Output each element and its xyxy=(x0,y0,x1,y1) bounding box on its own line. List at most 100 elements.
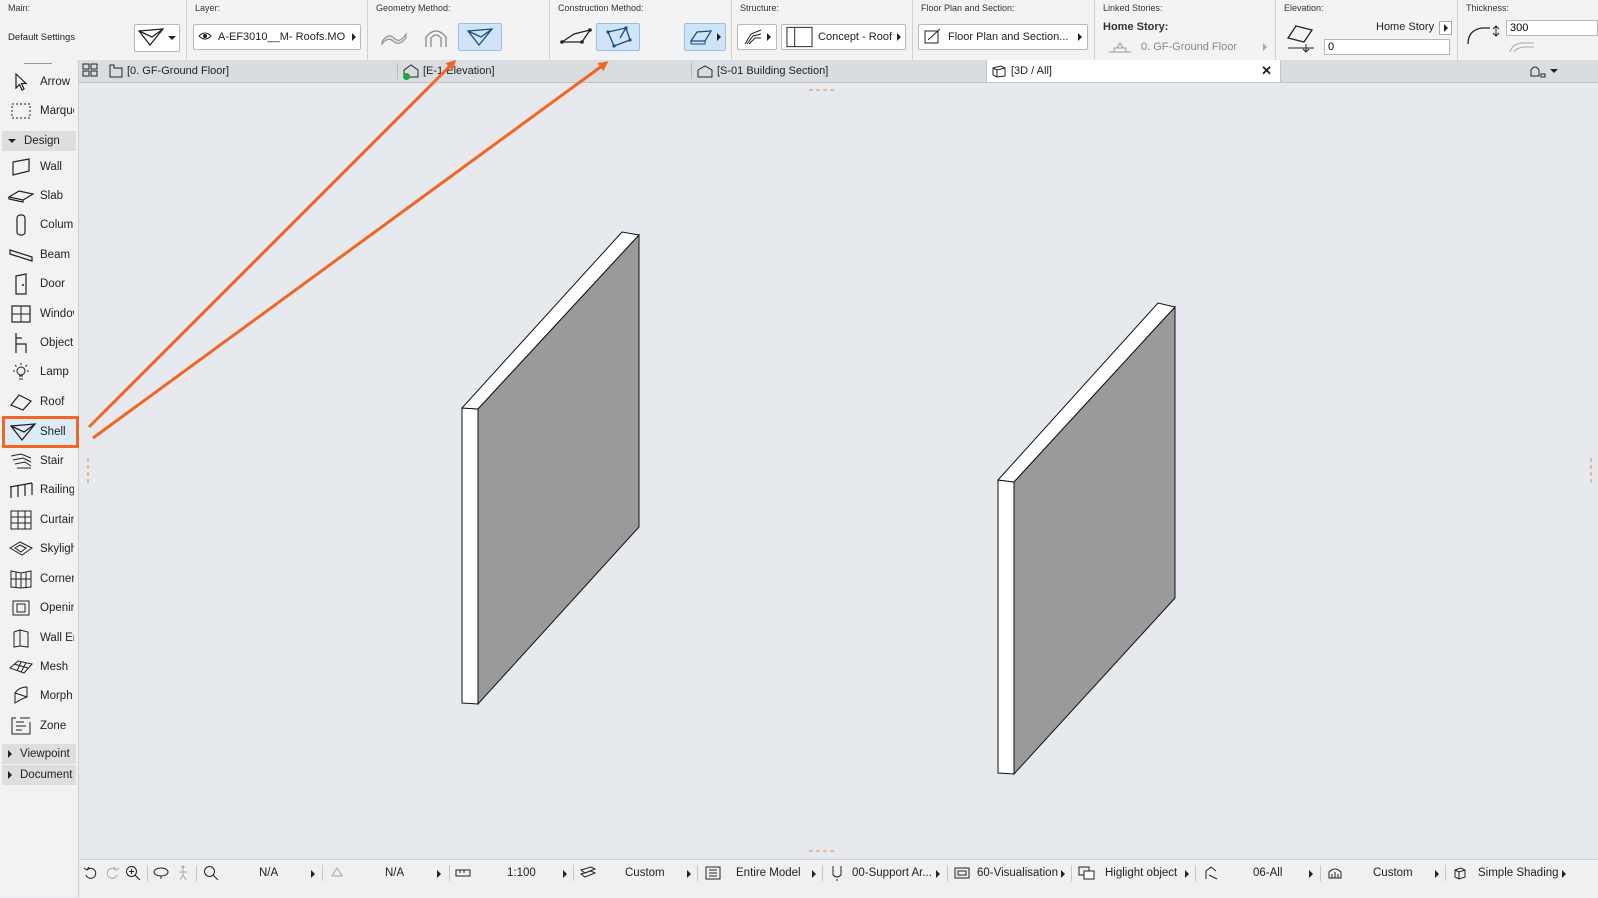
rotate-icon[interactable] xyxy=(329,866,345,883)
tool-corner-window[interactable]: Corner Window xyxy=(2,565,76,593)
marquee-icon xyxy=(2,103,40,119)
settings-label[interactable]: Default Settings xyxy=(8,32,75,43)
3d-scene[interactable] xyxy=(79,83,1598,859)
tool-lamp[interactable]: Lamp xyxy=(2,358,76,386)
3d-viewport[interactable] xyxy=(79,83,1598,859)
tool-window[interactable]: Window xyxy=(2,300,76,328)
tool-object[interactable]: Object xyxy=(2,329,76,357)
chevron-right-icon[interactable] xyxy=(1562,870,1566,878)
tab-label: [S-01 Building Section] xyxy=(717,65,829,77)
tool-shell[interactable]: Shell xyxy=(2,416,79,448)
status-highlight[interactable]: Higlight object xyxy=(1105,863,1177,883)
tool-settings-button[interactable] xyxy=(134,24,180,52)
floorplan-settings-button[interactable]: Floor Plan and Section... xyxy=(918,24,1088,50)
extruded-shell-button[interactable] xyxy=(376,25,412,51)
tab-building-section[interactable]: [S-01 Building Section] xyxy=(693,60,985,82)
3d-style-icon[interactable] xyxy=(1327,866,1345,883)
ruled-shell-button[interactable] xyxy=(458,23,502,51)
tool-railing[interactable]: Railing xyxy=(2,476,76,504)
elevation-input[interactable] xyxy=(1324,39,1450,55)
chevron-right-icon[interactable] xyxy=(687,870,691,878)
viewpoint-section-header[interactable]: Viewpoint xyxy=(2,744,76,764)
tool-slab[interactable]: Slab xyxy=(2,182,76,210)
view-options-icon[interactable] xyxy=(1529,64,1558,78)
tool-marquee[interactable]: Marquee xyxy=(2,97,76,125)
document-section-header[interactable]: Document xyxy=(2,765,76,785)
tab-overview-icon[interactable] xyxy=(82,63,98,80)
main-group: Main: Default Settings xyxy=(0,0,187,60)
elevation-ref-label[interactable]: Home Story xyxy=(1376,21,1434,33)
tab-3d-all[interactable]: [3D / All] ✕ xyxy=(986,60,1281,82)
linked-title: Linked Stories: xyxy=(1103,3,1163,13)
tool-wall-end[interactable]: Wall End xyxy=(2,624,76,652)
chevron-right-icon[interactable] xyxy=(1435,870,1439,878)
tool-arrow[interactable]: Arrow xyxy=(2,68,76,96)
elevation-ref-button[interactable] xyxy=(1439,21,1452,35)
revolved-shell-button[interactable] xyxy=(418,25,454,51)
tool-column[interactable]: Column xyxy=(2,211,76,239)
shading-icon[interactable] xyxy=(1453,866,1467,883)
thickness-input[interactable] xyxy=(1506,20,1598,36)
zoom-fit-icon[interactable] xyxy=(203,865,219,884)
layer-combo-icon[interactable] xyxy=(831,865,843,884)
toolbox-grip[interactable] xyxy=(24,63,52,64)
chevron-right-icon[interactable] xyxy=(563,870,567,878)
undo-icon[interactable] xyxy=(83,866,99,883)
scale-icon[interactable] xyxy=(455,868,471,881)
tool-zone[interactable]: Zone xyxy=(2,712,76,740)
tab-elevation[interactable]: [E-1 Elevation] xyxy=(399,60,689,82)
pen-set-icon[interactable] xyxy=(579,866,597,883)
chevron-down-icon xyxy=(168,36,176,40)
tool-wall[interactable]: Wall xyxy=(2,153,76,181)
construction-title: Construction Method: xyxy=(558,3,644,13)
tab-ground-floor[interactable]: [0. GF-Ground Floor] xyxy=(105,60,395,82)
redo-icon[interactable] xyxy=(104,866,120,883)
graphic-override-icon[interactable] xyxy=(1078,866,1096,883)
plane-method-button[interactable] xyxy=(684,23,726,51)
model-view-icon[interactable] xyxy=(705,866,721,883)
tool-skylight[interactable]: Skylight xyxy=(2,535,76,563)
layer-selector[interactable]: A-EF3010__M- Roofs.MO... xyxy=(193,24,361,50)
tool-door[interactable]: Door xyxy=(2,270,76,298)
tool-label: Opening xyxy=(40,602,74,614)
tool-morph[interactable]: Morph xyxy=(2,682,76,710)
tool-opening[interactable]: Opening xyxy=(2,594,76,622)
tool-beam[interactable]: Beam xyxy=(2,241,76,269)
tool-curtain-wall[interactable]: Curtain Wall xyxy=(2,506,76,534)
tool-label: Object xyxy=(40,337,74,349)
status-shading[interactable]: Simple Shading xyxy=(1478,863,1559,883)
chevron-right-icon[interactable] xyxy=(311,870,315,878)
renovation-icon[interactable] xyxy=(1203,865,1219,884)
tool-stair[interactable]: Stair xyxy=(2,447,76,475)
status-3d-style[interactable]: Custom xyxy=(1373,863,1413,883)
design-section-header[interactable]: Design xyxy=(2,131,76,151)
walk-icon[interactable] xyxy=(177,865,189,884)
simple-method-button[interactable] xyxy=(556,24,596,52)
chevron-right-icon[interactable] xyxy=(1061,870,1065,878)
chevron-right-icon[interactable] xyxy=(1309,870,1313,878)
chevron-right-icon[interactable] xyxy=(812,870,816,878)
railing-icon xyxy=(2,481,40,499)
chevron-right-icon[interactable] xyxy=(936,870,940,878)
status-mvo[interactable]: 60-Visualisation xyxy=(977,863,1058,883)
home-story-value[interactable]: 0. GF-Ground Floor xyxy=(1141,41,1237,53)
chevron-right-icon[interactable] xyxy=(1185,870,1189,878)
status-model[interactable]: Entire Model xyxy=(736,863,801,883)
status-layer-combination[interactable]: 00-Support Ar... xyxy=(852,863,932,883)
status-scale[interactable]: 1:100 xyxy=(507,863,536,883)
chevron-right-icon[interactable] xyxy=(437,870,441,878)
close-icon[interactable]: ✕ xyxy=(1261,64,1272,77)
tool-mesh[interactable]: Mesh xyxy=(2,653,76,681)
structure-type-button[interactable] xyxy=(737,24,777,50)
composite-selector[interactable]: Concept - Roof xyxy=(781,24,906,50)
tool-label: Railing xyxy=(40,484,74,496)
mvo-icon[interactable] xyxy=(954,866,970,883)
status-pen-set[interactable]: Custom xyxy=(625,863,665,883)
zoom-in-icon[interactable] xyxy=(125,865,141,884)
orbit-icon[interactable] xyxy=(153,866,169,883)
tool-label: Zone xyxy=(40,720,67,732)
freeform-method-button[interactable] xyxy=(596,23,640,51)
tool-roof[interactable]: Roof xyxy=(2,388,76,416)
status-renovation[interactable]: 06-All xyxy=(1253,863,1282,883)
story-link-icon xyxy=(1107,40,1133,57)
